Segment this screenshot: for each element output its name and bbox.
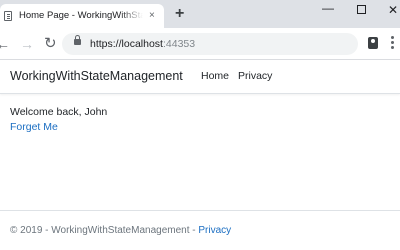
site-brand-link[interactable]: WorkingWithStateManagement xyxy=(10,69,183,83)
footer-privacy-link[interactable]: Privacy xyxy=(198,225,231,236)
nav-link-home[interactable]: Home xyxy=(201,70,229,82)
browser-toolbar: ← → ↻ https://localhost:44353 xyxy=(0,28,400,60)
tab-close-icon[interactable]: × xyxy=(149,10,155,22)
url-host: https://localhost xyxy=(90,38,163,50)
footer-copyright: © 2019 - WorkingWithStateManagement - xyxy=(10,225,199,236)
maximize-icon[interactable] xyxy=(357,5,366,14)
profile-icon[interactable] xyxy=(368,37,378,49)
tab-strip: Home Page - WorkingWithStateManagement ×… xyxy=(0,0,400,28)
footer-text: © 2019 - WorkingWithStateManagement - Pr… xyxy=(10,225,231,236)
site-footer: © 2019 - WorkingWithStateManagement - Pr… xyxy=(0,210,400,250)
tab-title: Home Page - WorkingWithStateManagement xyxy=(19,10,143,21)
minimize-icon[interactable]: — xyxy=(322,1,334,15)
forget-me-link[interactable]: Forget Me xyxy=(10,121,58,133)
new-tab-icon[interactable]: + xyxy=(175,6,184,22)
back-arrow-icon[interactable]: ← xyxy=(0,36,10,52)
lock-icon[interactable] xyxy=(74,35,81,45)
page-favicon-icon xyxy=(4,11,12,21)
more-menu-icon[interactable] xyxy=(391,36,394,39)
url-port: :44353 xyxy=(162,38,196,50)
reload-icon[interactable]: ↻ xyxy=(44,36,57,52)
site-navbar: WorkingWithStateManagement Home Privacy xyxy=(0,60,400,94)
welcome-message: Welcome back, John xyxy=(10,106,108,118)
address-bar[interactable]: https://localhost:44353 xyxy=(62,33,358,55)
window-close-icon[interactable]: ✕ xyxy=(388,3,398,17)
forward-arrow-icon[interactable]: → xyxy=(20,36,34,52)
browser-tab[interactable]: Home Page - WorkingWithStateManagement × xyxy=(0,4,164,28)
url-text[interactable]: https://localhost:44353 xyxy=(90,38,195,50)
nav-link-privacy[interactable]: Privacy xyxy=(238,70,272,82)
